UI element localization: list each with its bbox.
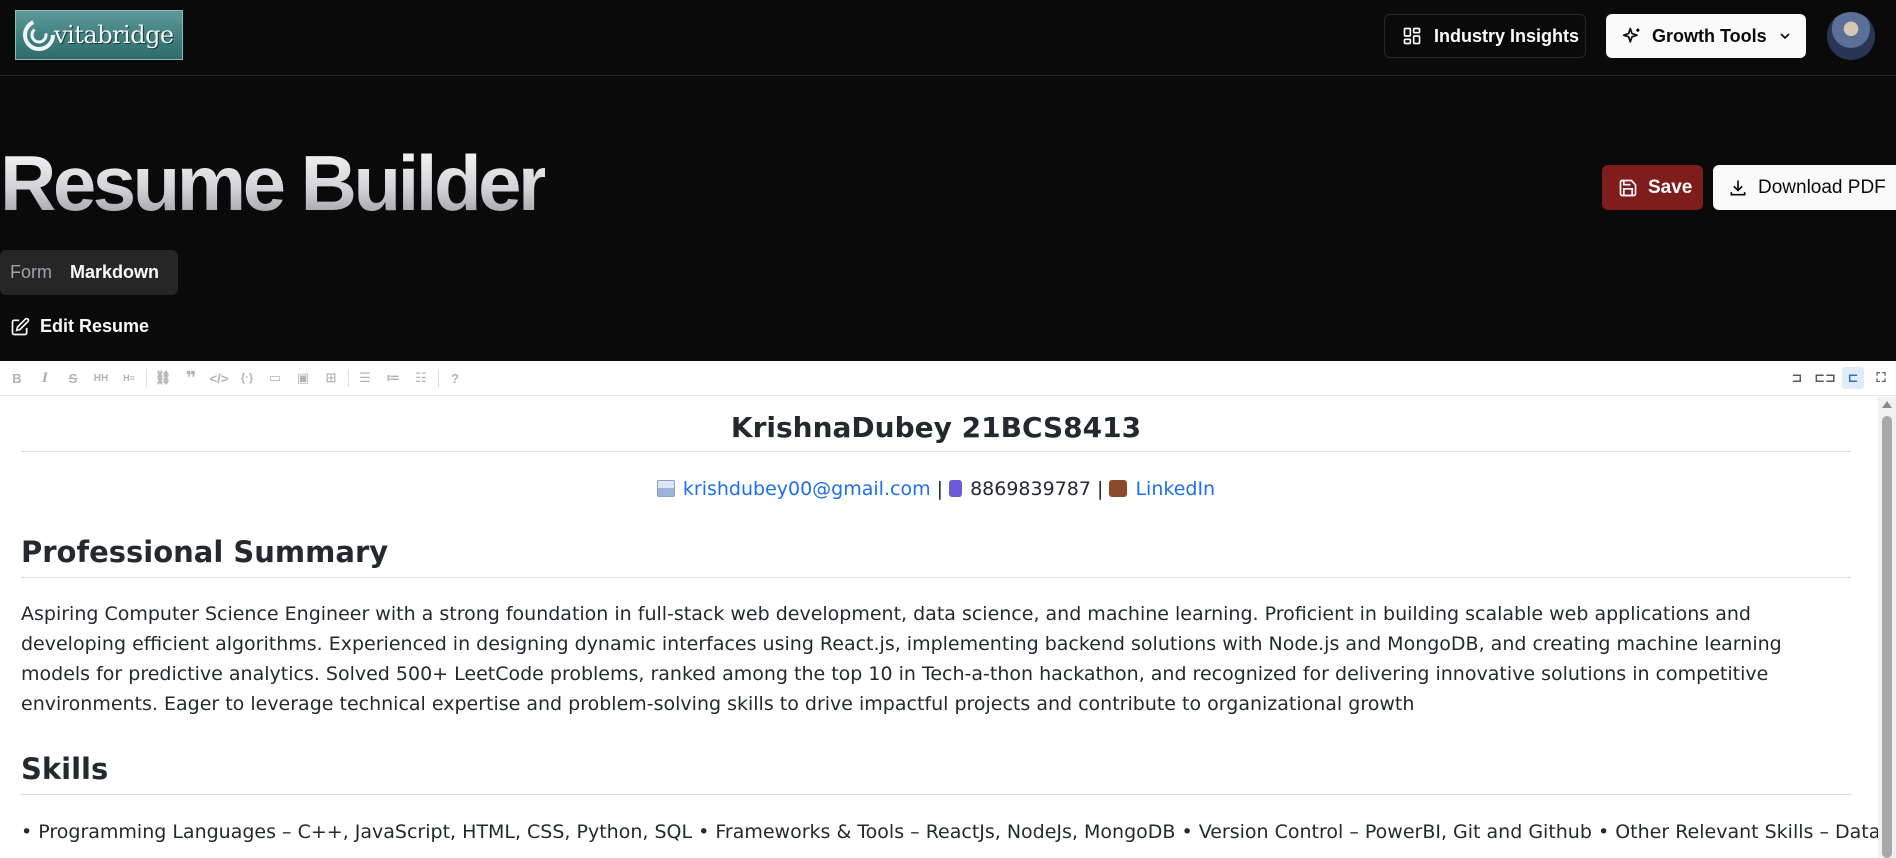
italic-icon[interactable]: I [34,367,56,389]
phone-number: 8869839787 [970,478,1091,500]
heading-small-icon[interactable]: H≡ [118,367,140,389]
resume-name: KrishnaDubey 21BCS8413 [21,407,1851,452]
tab-markdown[interactable]: Markdown [65,254,164,291]
link-icon[interactable]: ⛓ [152,367,174,389]
logo-wordmark: vitabridge [54,21,174,49]
table-icon[interactable]: ⊞ [320,367,342,389]
toolbar-divider [438,369,439,387]
checklist-icon[interactable]: ☷ [410,367,432,389]
save-label: Save [1648,176,1693,198]
image-icon[interactable]: ▣ [292,367,314,389]
editor-view-controls: ⊐ ⊏⊐ ⊏ ⛶ [1786,367,1892,389]
tab-form[interactable]: Form [5,254,57,291]
help-icon[interactable]: ? [444,367,466,389]
industry-insights-button[interactable]: Industry Insights [1384,14,1586,58]
dashboard-grid-icon [1403,27,1421,45]
markdown-editor: B I S HH H≡ ⛓ ❞ </> {·} ▭ ▣ ⊞ ☰ ≔ ☷ ? ⊐ … [0,361,1896,858]
strikethrough-icon[interactable]: S [62,367,84,389]
preview-mode-icon[interactable]: ⊏ [1842,367,1864,389]
linkedin-link[interactable]: LinkedIn [1135,478,1215,500]
summary-heading: Professional Summary [21,535,1851,578]
code-block-icon[interactable]: {·} [236,367,258,389]
quote-icon[interactable]: ❞ [180,367,202,389]
chevron-down-icon [1780,33,1790,40]
page-title: Resume Builder [0,139,548,227]
comment-icon[interactable]: ▭ [264,367,286,389]
unordered-list-icon[interactable]: ☰ [354,367,376,389]
growth-tools-label: Growth Tools [1652,25,1767,46]
sparkles-icon [1622,27,1640,43]
scrollbar-thumb[interactable] [1882,416,1892,858]
growth-tools-dropdown[interactable]: Growth Tools [1606,14,1806,58]
vitabridge-logo[interactable]: vitabridge [15,10,183,60]
email-emoji-icon [656,480,675,497]
user-avatar[interactable] [1827,12,1875,60]
download-pdf-button[interactable]: Download PDF [1713,165,1896,210]
contact-separator: | [936,478,944,500]
top-navigation: vitabridge Industry Insights Growth Tool… [0,0,1896,76]
live-mode-icon[interactable]: ⊏⊐ [1814,367,1836,389]
save-button[interactable]: Save [1602,165,1703,210]
skills-text: • Programming Languages – C++, JavaScrip… [21,821,1878,843]
briefcase-emoji-icon [1109,480,1128,497]
edit-resume-button[interactable]: Edit Resume [10,316,149,337]
bold-icon[interactable]: B [6,367,28,389]
heading-icon[interactable]: HH [90,367,112,389]
preview-scrollbar[interactable] [1878,397,1896,858]
download-icon [1730,180,1746,195]
email-link[interactable]: krishdubey00@gmail.com [683,478,931,500]
ordered-list-icon[interactable]: ≔ [382,367,404,389]
summary-text: Aspiring Computer Science Engineer with … [21,603,1782,715]
industry-insights-label: Industry Insights [1434,25,1580,46]
edit-resume-label: Edit Resume [40,316,150,336]
skills-heading: Skills [21,752,1851,795]
save-icon [1619,179,1637,196]
phone-emoji-icon [949,480,963,497]
toolbar-divider [146,369,147,387]
edit-pencil-icon [11,317,30,335]
edit-mode-icon[interactable]: ⊐ [1786,367,1808,389]
toolbar-divider [348,369,349,387]
scroll-up-arrow-icon[interactable] [1882,401,1892,408]
code-icon[interactable]: </> [208,367,230,389]
editor-mode-tabs: Form Markdown [0,250,178,295]
resume-preview: KrishnaDubey 21BCS8413 krishdubey00@gmai… [0,397,1878,858]
resume-contact-line: krishdubey00@gmail.com | 8869839787 | Li… [0,478,1872,500]
swirl-logo-icon [23,19,55,51]
download-pdf-label: Download PDF [1758,176,1886,198]
contact-separator: | [1097,478,1104,500]
fullscreen-icon[interactable]: ⛶ [1870,367,1892,389]
editor-toolbar: B I S HH H≡ ⛓ ❞ </> {·} ▭ ▣ ⊞ ☰ ≔ ☷ ? ⊐ … [0,361,1896,396]
